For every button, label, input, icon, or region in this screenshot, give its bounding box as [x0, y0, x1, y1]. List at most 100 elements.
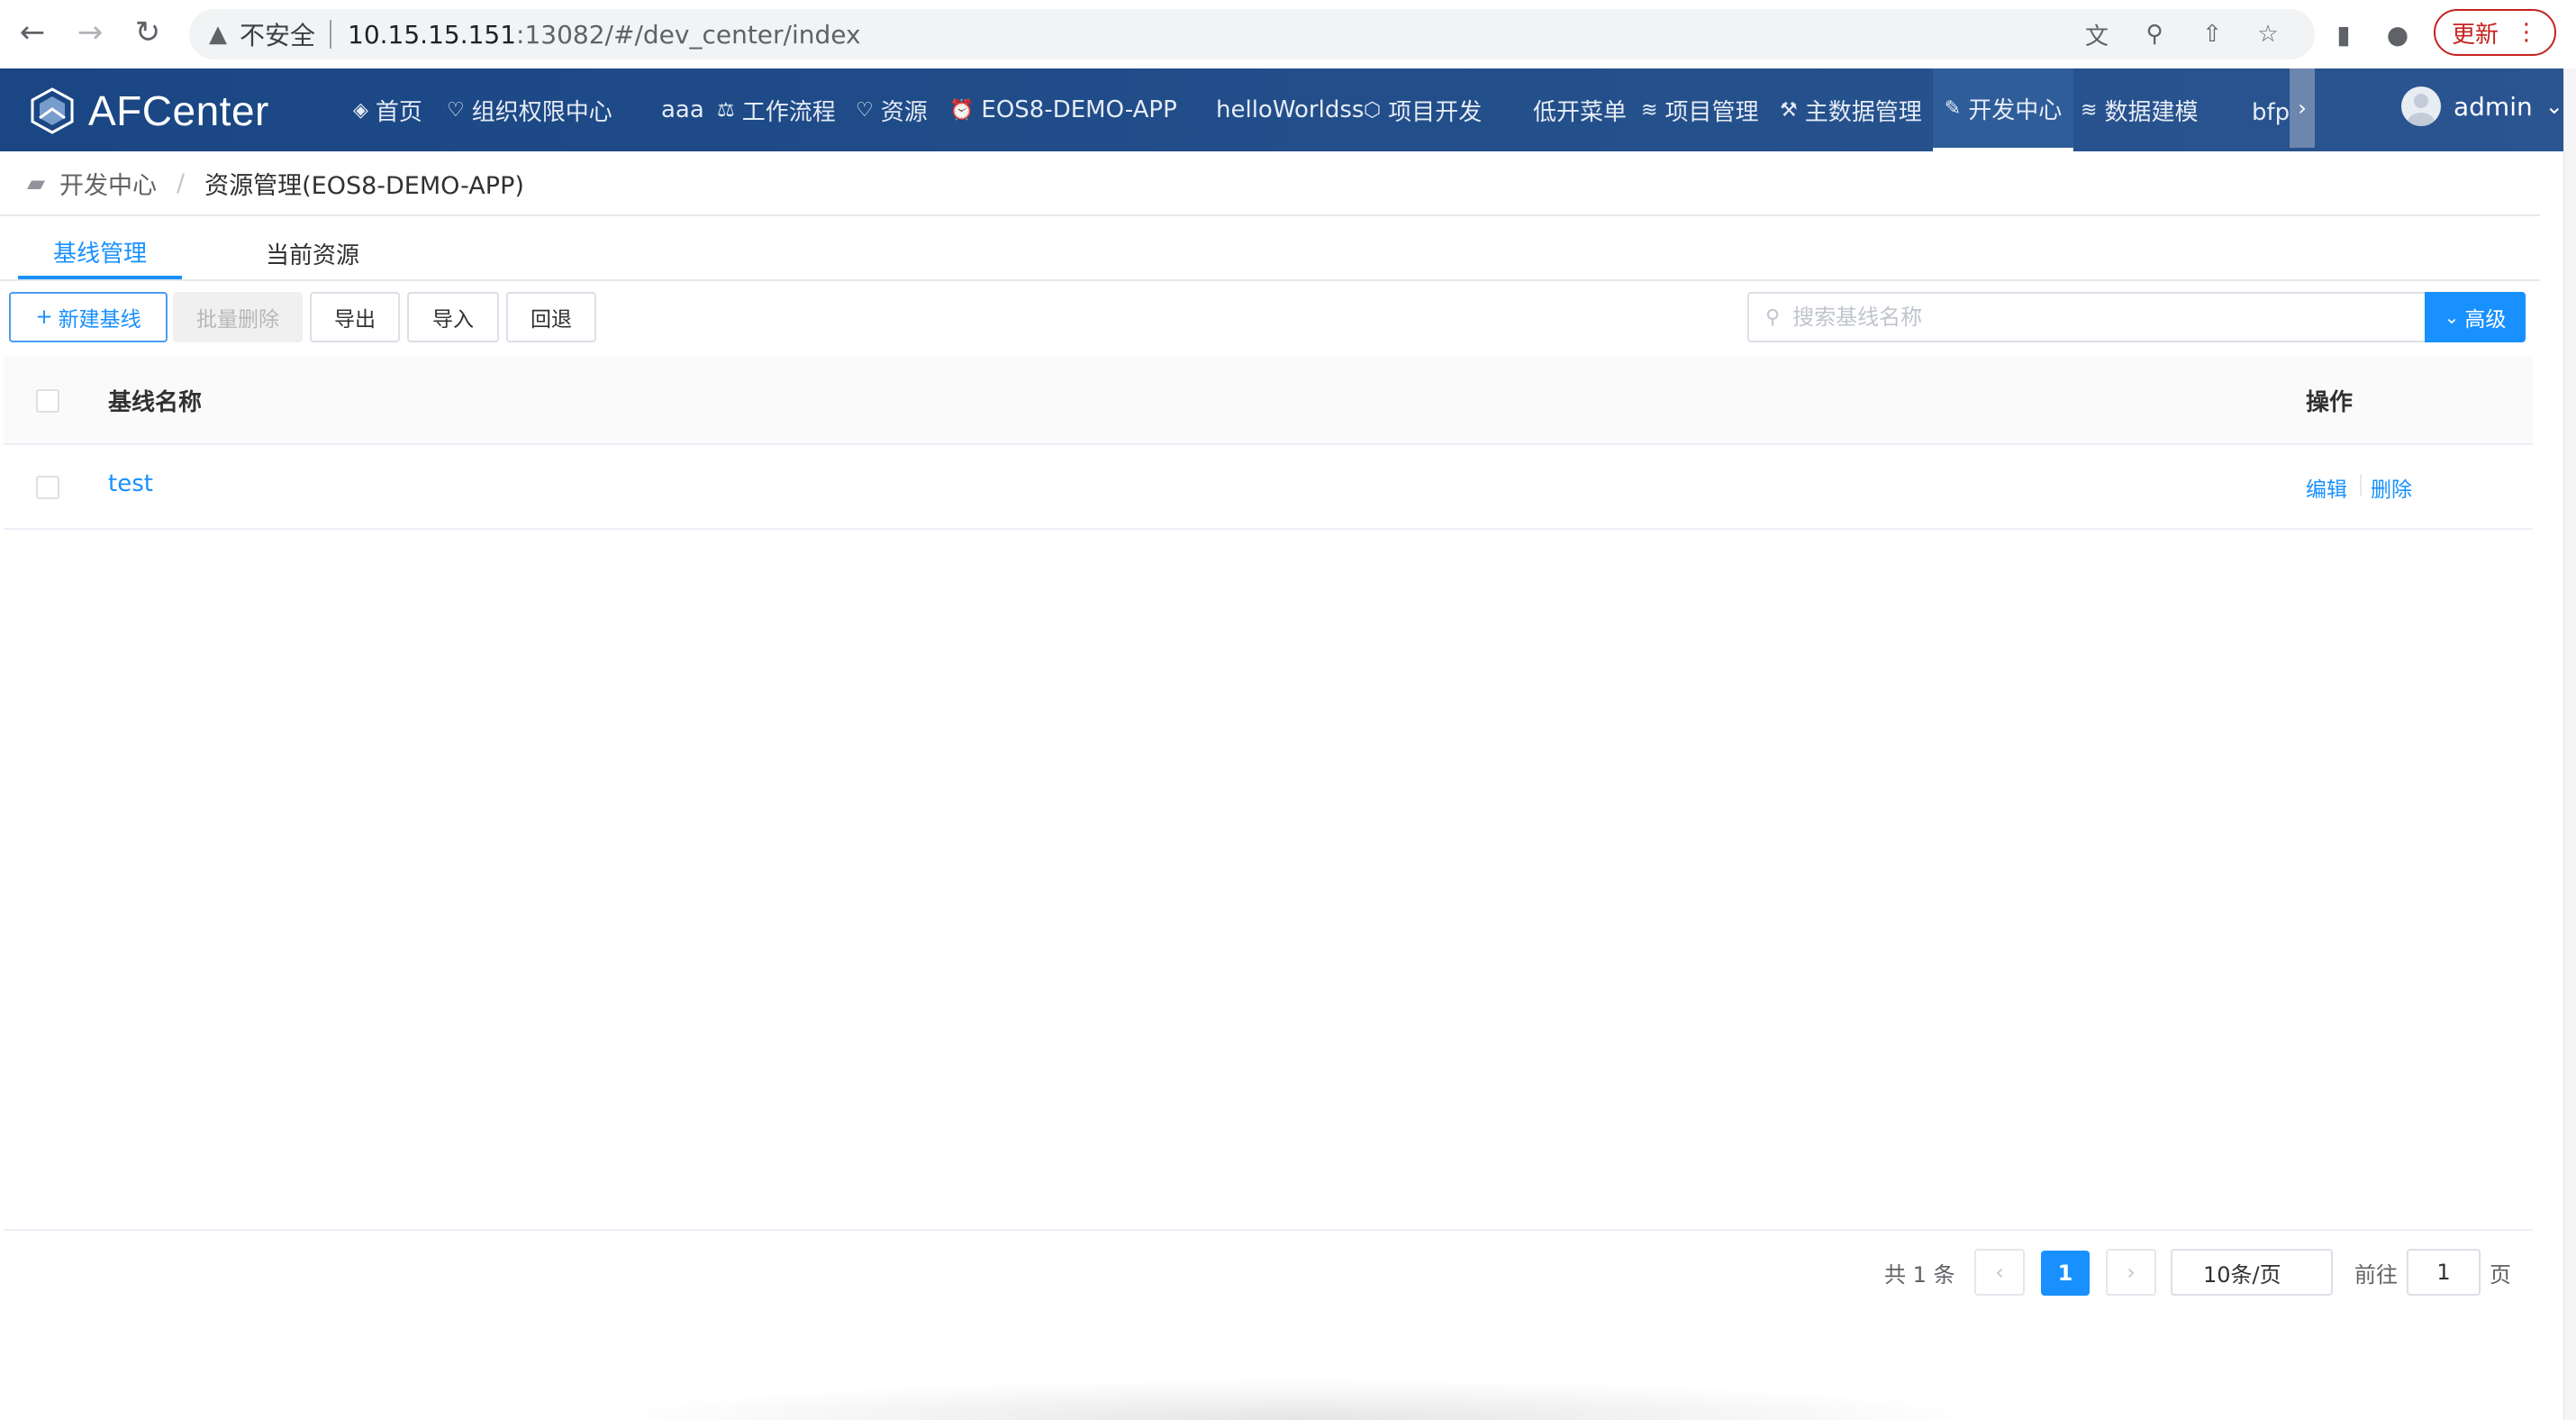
edit-icon: ✎	[1944, 96, 1962, 120]
nav-item-helloworldss[interactable]: helloWorldss	[1216, 68, 1364, 151]
nav-item-workflow[interactable]: ⚖ 工作流程	[717, 68, 836, 151]
app-logo[interactable]: AFCenter	[29, 86, 269, 135]
user-avatar-icon	[2408, 94, 2435, 126]
batch-delete-button[interactable]: 批量删除	[173, 292, 303, 342]
rollback-label: 回退	[531, 308, 572, 332]
goto-label: 前往	[2354, 1261, 2398, 1288]
nav-item-label: 开发中心	[1968, 96, 2063, 124]
next-page-button[interactable]: ›	[2106, 1249, 2156, 1296]
prev-page-button[interactable]: ‹	[1974, 1249, 2025, 1296]
page-suffix: 页	[2490, 1261, 2511, 1288]
search-input[interactable]	[1791, 304, 2372, 331]
tools-icon: ⚒	[1780, 98, 1798, 122]
nav-item-label: 工作流程	[741, 98, 836, 126]
batch-delete-label: 批量删除	[196, 308, 279, 332]
chevron-left-icon: ‹	[1995, 1260, 2004, 1285]
nav-item-data-modeling[interactable]: ≋ 数据建模	[2081, 68, 2198, 151]
new-baseline-button[interactable]: + 新建基线	[9, 292, 168, 342]
translate-icon[interactable]: 文	[2081, 18, 2113, 50]
nav-item-org-permission[interactable]: ♡ 组织权限中心	[447, 68, 612, 151]
logo-text: AFCenter	[88, 87, 269, 134]
forward-arrow-icon[interactable]: →	[70, 13, 110, 52]
share-icon[interactable]: ⇧	[2196, 18, 2228, 50]
more-vert-icon: ⋮	[2515, 19, 2538, 46]
breadcrumb-root[interactable]: 开发中心	[59, 166, 157, 201]
edit-link[interactable]: 编辑	[2306, 472, 2347, 503]
address-bar[interactable]: ▲ 不安全 10.15.15.151:13082/#/dev_center/in…	[189, 9, 2315, 59]
user-name: admin	[2454, 91, 2533, 122]
layers-icon: ≋	[2081, 98, 2098, 122]
user-menu[interactable]: admin ⌄	[2401, 86, 2563, 126]
nav-item-lowcode-menu[interactable]: 低开菜单	[1533, 68, 1627, 151]
tab-current-resources[interactable]: 当前资源	[229, 227, 396, 279]
side-panel-icon[interactable]: ▮	[2324, 14, 2363, 54]
nav-item-project-manage[interactable]: ≋ 项目管理	[1641, 68, 1758, 151]
breadcrumb: ▰ 开发中心 / 资源管理(EOS8-DEMO-APP)	[27, 166, 524, 201]
column-header-name: 基线名称	[108, 389, 203, 416]
nav-item-label: helloWorldss	[1216, 96, 1365, 123]
baseline-name-link[interactable]: test	[108, 470, 153, 497]
window-scrollbar[interactable]	[2563, 68, 2576, 1420]
nav-item-label: 资源	[880, 98, 928, 126]
chevron-down-icon: ⌄	[2444, 306, 2460, 328]
bookmark-star-icon[interactable]: ☆	[2252, 18, 2284, 50]
export-button[interactable]: 导出	[310, 292, 400, 342]
table-row: test 编辑 删除	[4, 445, 2533, 530]
breadcrumb-home-icon: ▰	[27, 169, 45, 197]
url-text[interactable]: 10.15.15.151:13082/#/dev_center/index	[348, 20, 861, 50]
nav-item-aaa[interactable]: aaa	[661, 68, 704, 151]
warning-icon: ▲	[209, 21, 227, 48]
back-arrow-icon[interactable]: ←	[13, 13, 52, 52]
cube-icon: ⬡	[1364, 98, 1382, 122]
zoom-icon[interactable]: ⚲	[2138, 18, 2171, 50]
url-path: :13082/#/dev_center/index	[516, 19, 861, 50]
reload-icon[interactable]: ↻	[128, 13, 168, 52]
nav-item-label: 项目管理	[1664, 98, 1759, 126]
search-box: ⚲	[1747, 292, 2426, 342]
shield-icon: ♡	[856, 98, 874, 122]
action-divider	[2360, 474, 2362, 496]
chevron-down-icon: ⌄	[2544, 94, 2563, 119]
update-button[interactable]: 更新 ⋮	[2434, 9, 2556, 56]
tab-baseline-management[interactable]: 基线管理	[18, 227, 182, 279]
url-host: 10.15.15.151	[348, 19, 517, 50]
search-icon: ⚲	[1765, 305, 1781, 329]
nav-item-label: 主数据管理	[1804, 98, 1922, 126]
advanced-label: 高级	[2464, 308, 2507, 332]
nav-item-label: 项目开发	[1388, 98, 1483, 126]
plus-icon: +	[35, 305, 53, 329]
logo-mark-icon	[31, 87, 74, 134]
scale-icon: ⚖	[717, 98, 735, 122]
delete-link[interactable]: 删除	[2371, 472, 2412, 503]
nav-item-eos8-demo-app[interactable]: ⏰ EOS8-DEMO-APP	[949, 68, 1177, 151]
menu-scroll-right-icon[interactable]: ›	[2290, 68, 2315, 148]
nav-item-master-data[interactable]: ⚒ 主数据管理	[1780, 68, 1922, 151]
nav-item-project-dev[interactable]: ⬡ 项目开发	[1364, 68, 1482, 151]
breadcrumb-divider	[0, 214, 2540, 216]
nav-item-dev-center[interactable]: ✎ 开发中心	[1933, 68, 2073, 151]
nav-item-label: 组织权限中心	[471, 98, 612, 126]
row-checkbox[interactable]	[36, 476, 59, 499]
page-size-value: 10条/页	[2203, 1261, 2281, 1288]
import-label: 导入	[432, 308, 474, 332]
nav-item-resource[interactable]: ♡ 资源	[856, 68, 928, 151]
select-all-checkbox[interactable]	[36, 389, 59, 413]
table-header: 基线名称 操作	[4, 357, 2533, 445]
profile-icon[interactable]: ●	[2378, 14, 2417, 54]
nav-item-home[interactable]: ◈ 首页	[353, 68, 422, 151]
rollback-button[interactable]: 回退	[506, 292, 596, 342]
tabs-divider	[0, 279, 2540, 281]
goto-page-input[interactable]: 1	[2407, 1249, 2481, 1296]
bottom-shadow	[594, 1379, 2000, 1420]
advanced-search-button[interactable]: ⌄ 高级	[2425, 292, 2526, 342]
chevron-right-icon: ›	[2127, 1260, 2136, 1285]
layers-icon: ≋	[1641, 98, 1658, 122]
nav-item-label: EOS8-DEMO-APP	[981, 96, 1177, 123]
avatar	[2401, 86, 2441, 126]
insecure-label: 不安全	[240, 21, 316, 50]
page-number-current[interactable]: 1	[2041, 1251, 2090, 1296]
import-button[interactable]: 导入	[407, 292, 499, 342]
table-footer-divider	[4, 1229, 2533, 1231]
page-size-select[interactable]: 10条/页	[2171, 1249, 2333, 1296]
nav-item-label: aaa	[661, 96, 704, 123]
